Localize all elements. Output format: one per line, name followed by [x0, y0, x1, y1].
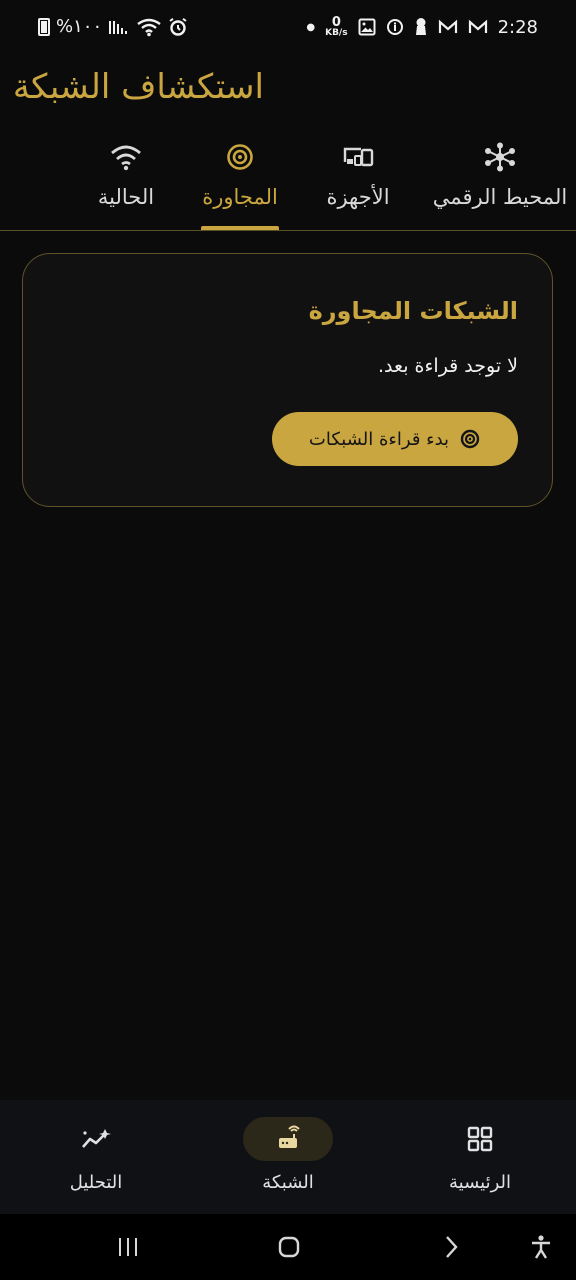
nav-analytics[interactable]: التحليل: [21, 1117, 171, 1195]
gmail-icon: [468, 19, 487, 33]
back-button[interactable]: [431, 1230, 471, 1264]
status-right: ● 0 KB/s 2:28: [306, 16, 538, 38]
empty-state-message: لا توجد قراءة بعد.: [378, 355, 518, 377]
network-hub-icon: [485, 142, 515, 172]
tab-devices[interactable]: الأجهزة: [320, 142, 396, 230]
wifi-icon: [137, 18, 161, 36]
clock: 2:28: [497, 16, 538, 38]
radar-icon: [460, 429, 480, 449]
tab-label: المجاورة: [202, 185, 278, 209]
bottom-navigation: الرئيسية الشبكة التحليل: [0, 1100, 576, 1214]
nav-analytics-pill: [51, 1117, 141, 1161]
accessibility-icon: [532, 1235, 550, 1259]
nav-network-pill: [243, 1117, 333, 1161]
status-left: %١٠٠: [38, 16, 188, 37]
nav-label: الشبكة: [262, 1172, 314, 1193]
nav-label: الرئيسية: [449, 1172, 511, 1193]
home-button[interactable]: [269, 1230, 309, 1264]
nav-home-pill: [435, 1117, 525, 1161]
info-icon: [386, 19, 403, 35]
gmail-icon: [438, 19, 457, 33]
recents-icon: [119, 1238, 137, 1256]
alarm-icon: [169, 17, 187, 36]
recents-button[interactable]: [108, 1230, 148, 1264]
page-title: استكشاف الشبكة: [12, 67, 264, 107]
keyhole-icon: [415, 18, 426, 35]
nav-network[interactable]: الشبكة: [213, 1117, 363, 1195]
home-icon: [278, 1236, 300, 1258]
start-scan-button[interactable]: بدء قراءة الشبكات: [272, 412, 518, 466]
image-icon: [358, 18, 376, 36]
nearby-networks-card: الشبكات المجاورة لا توجد قراءة بعد. بدء …: [22, 253, 553, 507]
accessibility-button[interactable]: [521, 1230, 561, 1264]
analytics-icon: [82, 1129, 111, 1148]
nav-label: التحليل: [69, 1172, 123, 1193]
grid-icon: [467, 1126, 493, 1152]
tab-label: المحيط الرقمي: [432, 185, 568, 209]
back-icon: [446, 1236, 458, 1258]
signal-icon: [109, 20, 128, 34]
start-scan-label: بدء قراءة الشبكات: [308, 428, 450, 450]
tab-current[interactable]: الحالية: [86, 142, 166, 230]
status-bar: %١٠٠ ● 0 KB/s 2:28: [0, 0, 576, 58]
dot-icon: ●: [306, 21, 316, 33]
devices-icon: [343, 147, 374, 167]
card-title: الشبكات المجاورة: [308, 297, 518, 325]
tab-label: الأجهزة: [326, 185, 390, 209]
tab-bar: المحيط الرقمي الأجهزة المجاورة الحالية: [0, 142, 576, 230]
router-icon: [279, 1125, 300, 1148]
battery-level: %١٠٠: [56, 16, 103, 37]
battery-icon: [38, 17, 50, 36]
tab-divider: [0, 230, 576, 231]
net-speed: 0 KB/s: [325, 15, 348, 38]
radar-icon: [227, 144, 253, 170]
tab-nearby[interactable]: المجاورة: [196, 142, 284, 230]
nav-home[interactable]: الرئيسية: [405, 1117, 555, 1195]
system-navigation-bar: [0, 1214, 576, 1280]
wifi-icon: [111, 145, 141, 171]
tab-digital-surroundings[interactable]: المحيط الرقمي: [432, 142, 568, 230]
tab-label: الحالية: [97, 185, 155, 209]
